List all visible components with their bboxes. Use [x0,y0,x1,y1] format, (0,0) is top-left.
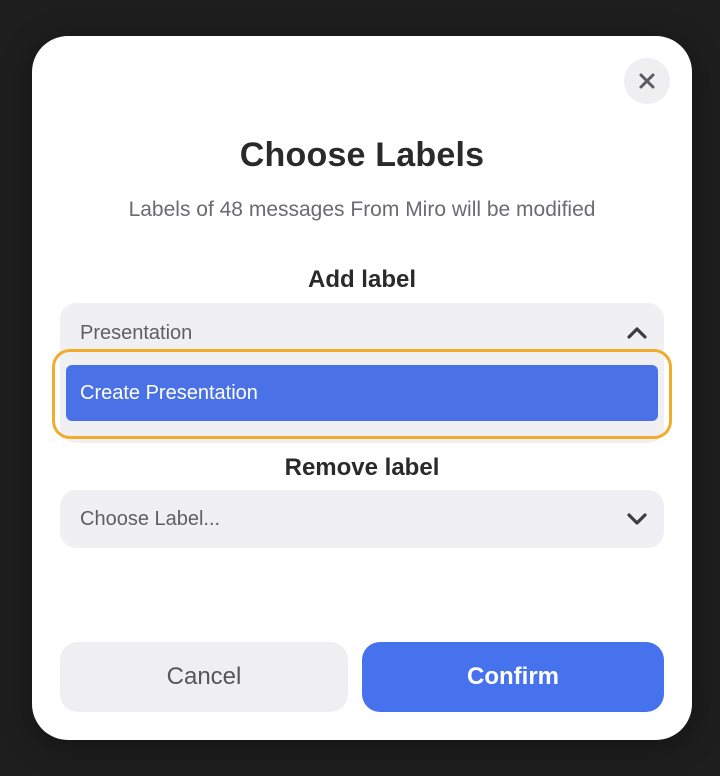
remove-label-placeholder: Choose Label... [80,507,221,530]
close-icon [639,73,655,89]
chevron-up-icon[interactable] [624,320,650,346]
remove-label-dropdown[interactable]: Choose Label... [60,490,664,548]
remove-label-heading: Remove label [284,454,440,481]
confirm-button[interactable]: Confirm [362,642,664,712]
option-create-presentation[interactable]: Create Presentation [66,365,658,421]
dialog-title: Choose Labels [239,136,485,174]
choose-labels-dialog: Choose Labels Labels of 48 messages From… [32,36,692,740]
chevron-down-icon[interactable] [624,506,650,532]
remove-label-select[interactable]: Choose Label... [60,490,664,548]
add-label-value: Presentation [80,321,193,344]
add-label-input[interactable]: Presentation [60,303,664,363]
add-label-heading: Add label [307,266,416,293]
close-button[interactable] [624,58,670,104]
dialog-subtitle: Labels of 48 messages From Miro will be … [128,198,596,221]
cancel-button[interactable]: Cancel [60,642,348,712]
